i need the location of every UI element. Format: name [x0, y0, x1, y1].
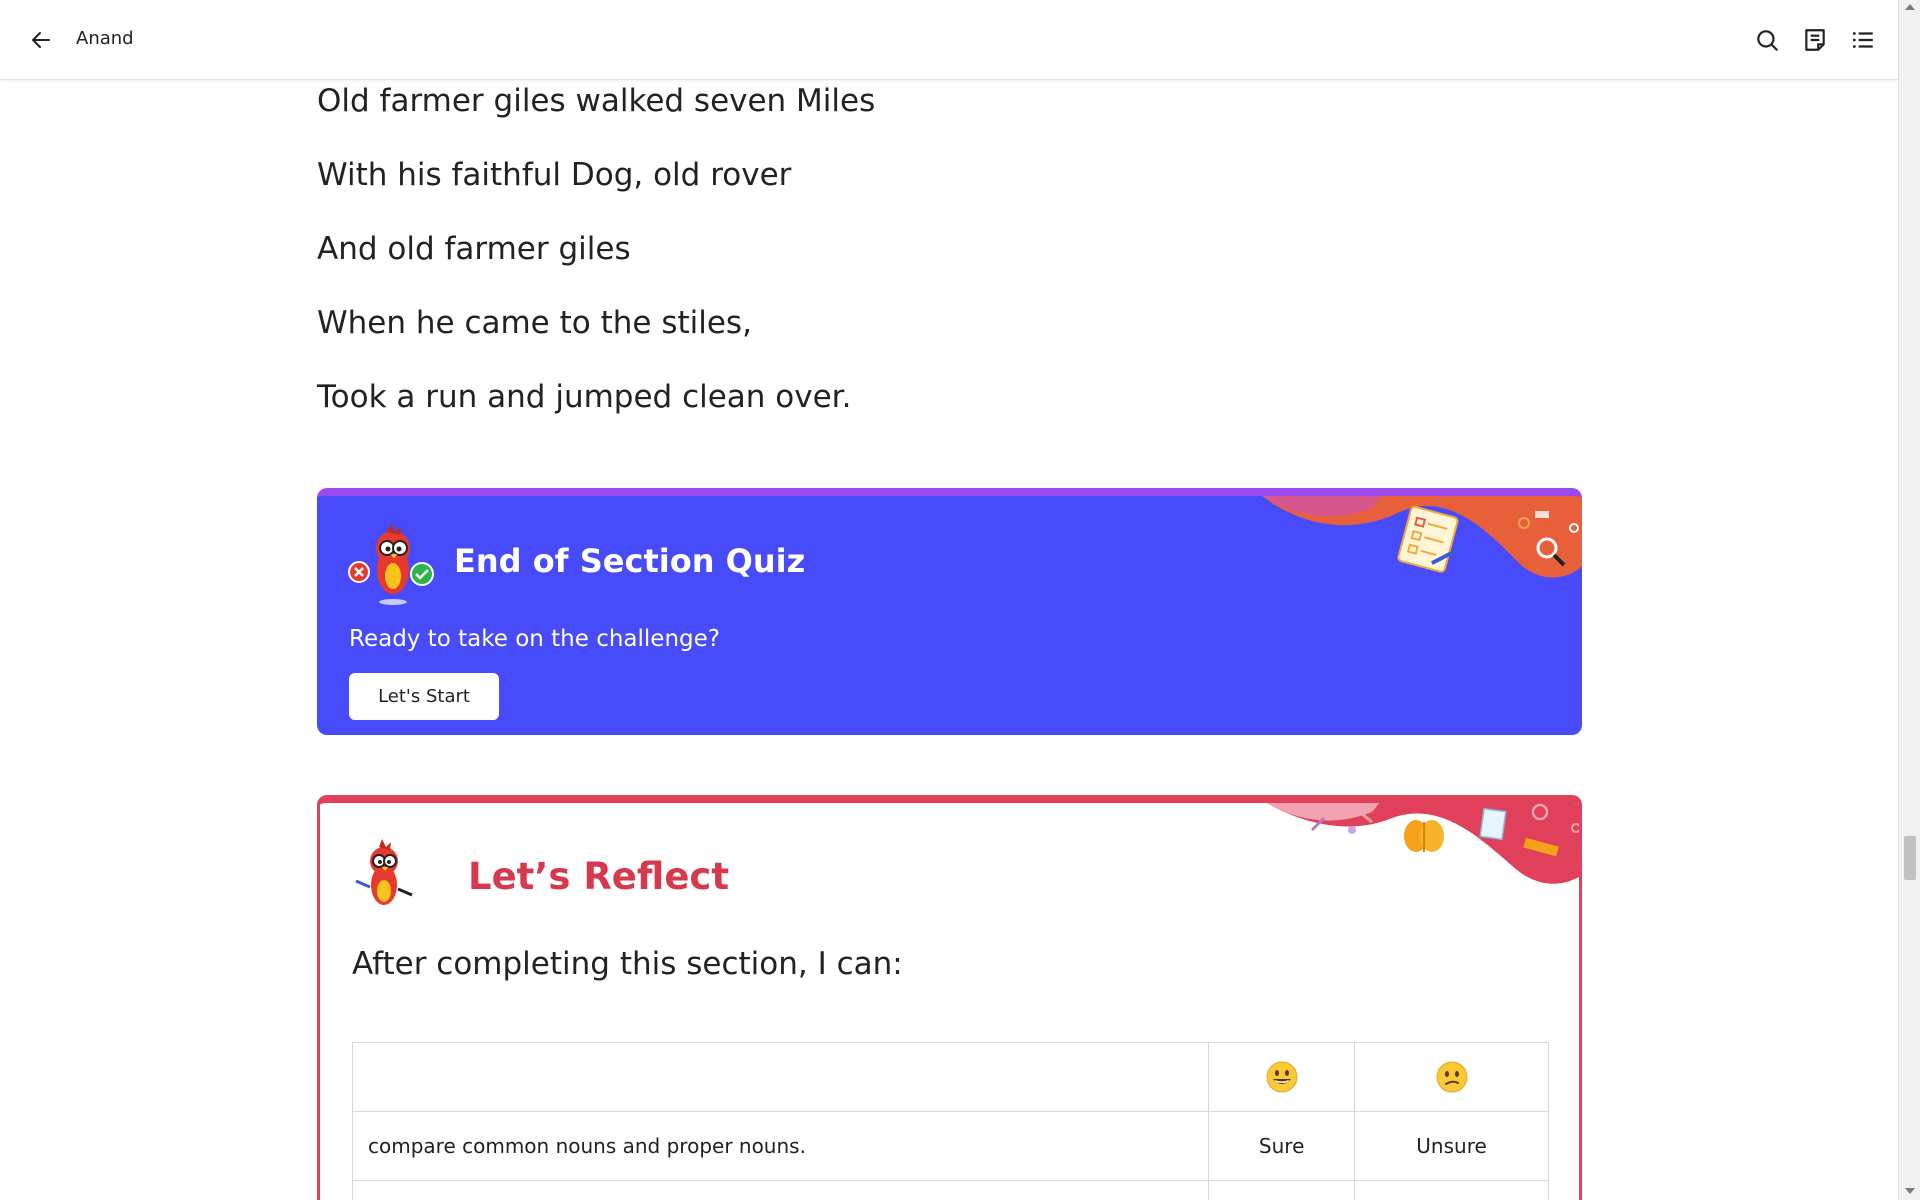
grinning-face-icon: [1266, 1061, 1298, 1093]
reflection-table: compare common nouns and proper nouns. S…: [351, 1042, 1549, 1200]
quiz-title: End of Section Quiz: [454, 542, 806, 580]
unsure-option[interactable]: Unsure: [1354, 1111, 1549, 1181]
lets-reflect-card: Let’s Reflect After completing this sect…: [317, 795, 1582, 1200]
poem-line: Took a run and jumped clean over.: [317, 379, 852, 415]
parrot-mascot-icon: [348, 524, 434, 605]
poem-line: When he came to the stiles,: [317, 305, 752, 341]
scrollbar-thumb[interactable]: [1904, 836, 1916, 880]
notes-icon[interactable]: [1802, 27, 1828, 53]
scroll-down-icon[interactable]: [1905, 1188, 1915, 1194]
scroll-up-icon[interactable]: [1905, 4, 1915, 10]
top-bar: Anand: [0, 0, 1898, 80]
poem-content: Old farmer giles walked seven Miles With…: [317, 82, 1577, 452]
parrot-mascot-icon: [355, 839, 413, 905]
table-row: compare common nouns and proper nouns. S…: [351, 1111, 1549, 1181]
poem-line: Old farmer giles walked seven Miles: [317, 83, 876, 119]
end-of-section-quiz-card: End of Section Quiz Ready to take on the…: [317, 488, 1582, 735]
sure-option[interactable]: Sure: [1208, 1111, 1356, 1181]
search-icon[interactable]: [1754, 27, 1780, 53]
poem-line: And old farmer giles: [317, 231, 631, 267]
confused-face-icon: [1436, 1061, 1468, 1093]
reflect-title: Let’s Reflect: [468, 855, 730, 898]
back-arrow-icon[interactable]: [29, 28, 53, 52]
reflect-decoration-icon: [1266, 803, 1579, 884]
table-row: [351, 1180, 1549, 1200]
table-of-contents-icon[interactable]: [1850, 27, 1876, 53]
poem-line: With his faithful Dog, old rover: [317, 157, 792, 193]
quiz-subtitle: Ready to take on the challenge?: [349, 626, 720, 652]
lets-start-button[interactable]: Let's Start: [349, 673, 499, 720]
reflect-lead: After completing this section, I can:: [352, 946, 903, 982]
skill-cell: compare common nouns and proper nouns.: [351, 1111, 1210, 1181]
quiz-decoration-icon: [1262, 496, 1582, 578]
table-header-row: [351, 1042, 1549, 1112]
book-title: Anand: [76, 28, 134, 49]
vertical-scrollbar[interactable]: [1898, 0, 1920, 1200]
